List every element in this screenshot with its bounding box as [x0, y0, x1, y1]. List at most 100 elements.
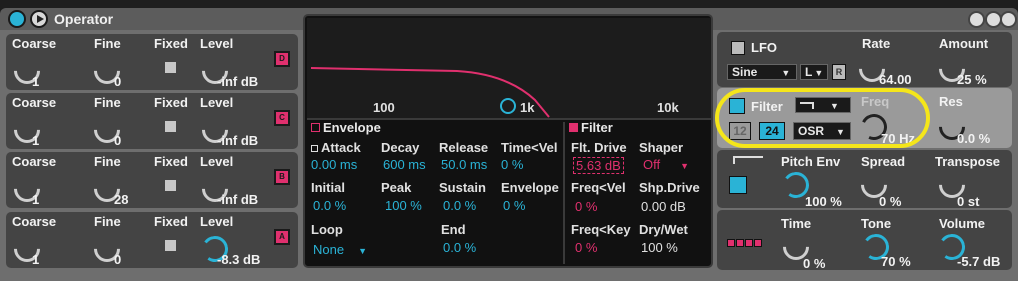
pitch-env-value[interactable]: 100 %: [805, 194, 842, 209]
algorithm-icon: [727, 239, 735, 247]
decay-label: Decay: [381, 140, 420, 155]
level-value[interactable]: -inf dB: [217, 192, 258, 207]
level-label: Level: [200, 214, 234, 229]
freq-vel-label: Freq<Vel: [571, 180, 626, 195]
pitch-env-label: Pitch Env: [781, 154, 841, 169]
level-value[interactable]: -inf dB: [217, 133, 258, 148]
lfo-toggle[interactable]: [731, 41, 745, 55]
fixed-toggle[interactable]: [165, 180, 176, 191]
chevron-down-icon: ▼: [358, 246, 367, 256]
decay-value[interactable]: 600 ms: [383, 157, 426, 172]
coarse-knob[interactable]: [8, 52, 46, 90]
shaper-drive-value[interactable]: 0.00 dB: [641, 199, 686, 214]
time-vel-value[interactable]: 0 %: [501, 157, 523, 172]
coarse-label: Coarse: [12, 36, 57, 51]
spread-value[interactable]: 0 %: [879, 194, 901, 209]
coarse-knob[interactable]: [8, 111, 46, 149]
play-icon[interactable]: [30, 10, 48, 28]
oscillator-b-button[interactable]: B: [274, 169, 290, 185]
oscillator-a-button[interactable]: A: [274, 229, 290, 245]
tone-value[interactable]: 70 %: [881, 254, 911, 269]
slope-12-button[interactable]: 12: [729, 122, 751, 140]
transpose-label: Transpose: [935, 154, 1001, 169]
filter-panel: Filter ▼ 12 24 OSR ▼ Freq 70 Hz Res 0.0 %: [717, 88, 1012, 148]
filter-drive-label: Flt. Drive: [571, 140, 627, 155]
sustain-value[interactable]: 0.0 %: [443, 198, 476, 213]
coarse-knob[interactable]: [8, 230, 46, 268]
device-activator-toggle[interactable]: [8, 10, 26, 28]
filter-toggle[interactable]: [729, 98, 745, 114]
pitch-panel: Pitch Env 100 % Spread 0 % Transpose 0 s…: [717, 150, 1012, 209]
volume-value[interactable]: -5.7 dB: [957, 254, 1000, 269]
time-value[interactable]: 0 %: [803, 256, 825, 271]
slope-24-button[interactable]: 24: [759, 122, 785, 140]
algorithm-icon: [736, 239, 744, 247]
coarse-knob[interactable]: [8, 170, 46, 208]
fold-icon[interactable]: [1000, 11, 1017, 28]
device-title: Operator: [54, 11, 114, 27]
shaper-value: Off: [643, 157, 661, 172]
fixed-label: Fixed: [154, 214, 188, 229]
end-value[interactable]: 0.0 %: [443, 240, 476, 255]
lfo-channel-dropdown[interactable]: L ▼: [800, 64, 828, 80]
coarse-value[interactable]: 1: [32, 74, 39, 89]
filter-freq-value[interactable]: 70 Hz: [881, 131, 915, 146]
filter-mode-dropdown[interactable]: OSR ▼: [793, 122, 851, 140]
loop-dropdown[interactable]: None ▼: [313, 242, 367, 257]
fixed-toggle[interactable]: [165, 121, 176, 132]
shaper-dropdown[interactable]: Off ▼: [643, 157, 689, 172]
coarse-label: Coarse: [12, 154, 57, 169]
fixed-toggle[interactable]: [165, 62, 176, 73]
fine-value[interactable]: 0: [114, 252, 121, 267]
time-label: Time: [781, 216, 812, 231]
global-panel: Time 0 % Tone 70 % Volume -5.7 dB: [717, 210, 1012, 271]
freq-key-value[interactable]: 0 %: [575, 240, 597, 255]
filter-drive-value[interactable]: 5.63 dB: [573, 157, 624, 174]
algorithm-selector[interactable]: [727, 235, 762, 250]
end-label: End: [441, 222, 466, 237]
envelope-title-text: Envelope: [323, 120, 381, 135]
lfo-retrigger-button[interactable]: R: [832, 64, 846, 80]
coarse-label: Coarse: [12, 95, 57, 110]
fine-label: Fine: [94, 36, 121, 51]
fine-value[interactable]: 0: [114, 74, 121, 89]
fine-value[interactable]: 0: [114, 133, 121, 148]
fixed-label: Fixed: [154, 154, 188, 169]
algorithm-icon: [754, 239, 762, 247]
fine-value[interactable]: 28: [114, 192, 128, 207]
release-value[interactable]: 50.0 ms: [441, 157, 487, 172]
coarse-value[interactable]: 1: [32, 192, 39, 207]
attack-value[interactable]: 0.00 ms: [311, 157, 357, 172]
lfo-amount-value[interactable]: 25 %: [957, 72, 987, 87]
dry-wet-value[interactable]: 100 %: [641, 240, 678, 255]
filter-mode-value: OSR: [798, 124, 825, 138]
level-value[interactable]: -inf dB: [217, 74, 258, 89]
coarse-value[interactable]: 1: [32, 133, 39, 148]
chevron-down-icon: ▼: [836, 127, 845, 137]
filter-type-dropdown[interactable]: ▼: [795, 97, 851, 113]
oscillator-c-button[interactable]: C: [274, 110, 290, 126]
initial-value[interactable]: 0.0 %: [313, 198, 346, 213]
oscillator-d-button[interactable]: D: [274, 51, 290, 67]
coarse-value[interactable]: 1: [32, 252, 39, 267]
transpose-value[interactable]: 0 st: [957, 194, 979, 209]
hot-swap-icon[interactable]: [968, 11, 985, 28]
envelope-amount-value[interactable]: 0 %: [503, 198, 525, 213]
level-label: Level: [200, 36, 234, 51]
peak-value[interactable]: 100 %: [385, 198, 422, 213]
graph-tick-10k: 10k: [657, 100, 679, 115]
filter-response-graph[interactable]: 100 1k 10k: [307, 18, 711, 118]
fixed-toggle[interactable]: [165, 240, 176, 251]
level-value[interactable]: -8.3 dB: [217, 252, 260, 267]
envelope-section-icon: [311, 123, 320, 132]
lfo-rate-label: Rate: [862, 36, 891, 51]
pitch-env-toggle[interactable]: [729, 176, 747, 194]
dry-wet-label: Dry/Wet: [639, 222, 688, 237]
freq-vel-value[interactable]: 0 %: [575, 199, 597, 214]
level-label: Level: [200, 95, 234, 110]
filter-section-icon: [569, 123, 578, 132]
lfo-rate-value[interactable]: 64.00: [879, 72, 912, 87]
lfo-waveform-dropdown[interactable]: Sine ▼: [727, 64, 797, 80]
filter-res-value[interactable]: 0.0 %: [957, 131, 990, 146]
attack-marker-icon: [311, 145, 318, 152]
